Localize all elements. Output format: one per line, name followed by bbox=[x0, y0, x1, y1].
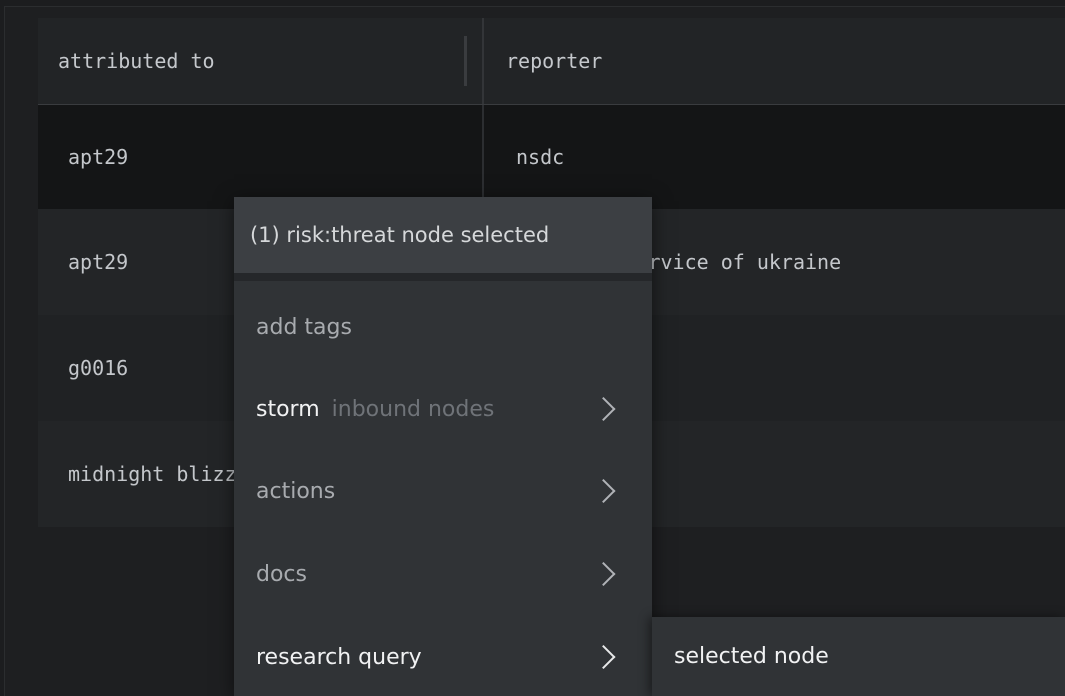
menu-item-add-tags[interactable]: add tags bbox=[234, 285, 652, 369]
chevron-right-icon bbox=[591, 478, 616, 504]
menu-item-label: docs bbox=[256, 561, 307, 587]
menu-item-sublabel: inbound nodes bbox=[331, 396, 495, 422]
column-resize-handle[interactable] bbox=[464, 36, 467, 86]
chevron-right-icon bbox=[591, 561, 616, 587]
column-header-attributed-to[interactable]: attributed to bbox=[38, 18, 482, 104]
context-menu: (1) risk:threat node selected add tags s… bbox=[234, 197, 652, 696]
menu-item-actions[interactable]: actions bbox=[234, 449, 652, 533]
context-menu-header: (1) risk:threat node selected bbox=[234, 197, 652, 273]
chevron-right-icon bbox=[591, 644, 616, 670]
menu-item-label: storm bbox=[256, 396, 320, 422]
menu-item-label: actions bbox=[256, 478, 336, 504]
table-header: attributed to reporter bbox=[38, 18, 1065, 105]
column-header-reporter[interactable]: reporter bbox=[484, 18, 1065, 104]
menu-item-selected-node[interactable]: selected node bbox=[652, 617, 1065, 696]
menu-item-docs[interactable]: docs bbox=[234, 532, 652, 616]
research-query-submenu: selected node bbox=[652, 617, 1065, 696]
menu-item-label: selected node bbox=[674, 644, 829, 669]
menu-item-research-query[interactable]: research query bbox=[234, 615, 652, 696]
cell-attributed-to: apt29 bbox=[68, 145, 129, 169]
chevron-right-icon bbox=[591, 396, 616, 422]
column-header-label: reporter bbox=[506, 49, 603, 73]
column-header-label: attributed to bbox=[58, 49, 215, 73]
menu-item-label: add tags bbox=[256, 314, 352, 340]
cell-reporter: nsdc bbox=[516, 145, 565, 169]
context-menu-separator bbox=[234, 273, 652, 281]
page: attributed to reporter apt29 nsdc apt29 … bbox=[0, 0, 1065, 696]
menu-item-label: research query bbox=[256, 644, 422, 670]
table-row[interactable]: apt29 nsdc bbox=[38, 105, 1065, 209]
menu-item-storm[interactable]: storm inbound nodes bbox=[234, 367, 652, 451]
